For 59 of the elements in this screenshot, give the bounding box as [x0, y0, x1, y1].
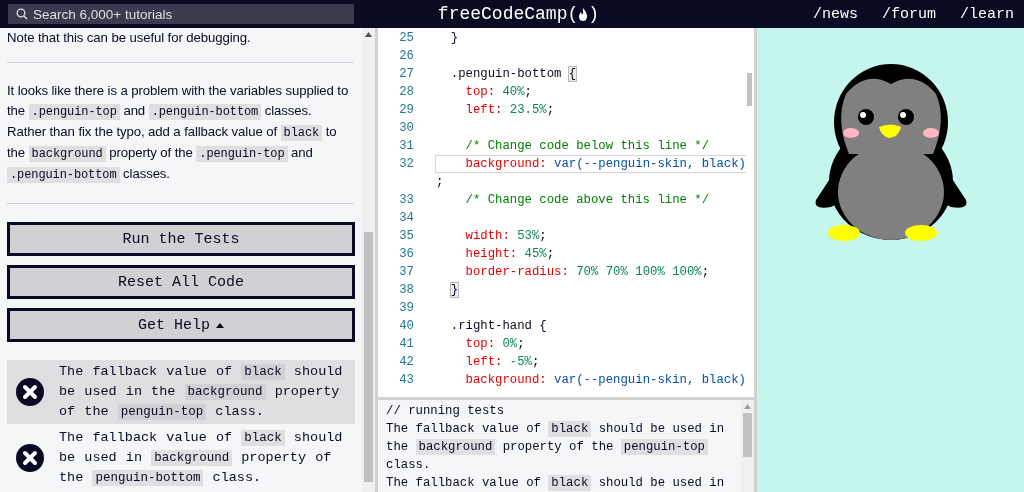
line-number: 40 — [398, 319, 414, 333]
code-line: left: 23.5%; — [464, 102, 556, 119]
caret-icon — [216, 322, 224, 328]
instruction-text: It looks like there is a problem with the variables supplied to the .penguin-top and .penguin-bottom classes. Rather than fix the typo, add a fallback value of black to the background property of the .penguin-top and .penguin-bottom classes. — [7, 63, 354, 204]
line-number: 42 — [398, 355, 414, 369]
code-line: left: -5%; — [464, 354, 541, 371]
code-line: } — [449, 30, 460, 47]
console-line: The fallback value of black should be used in — [386, 474, 726, 492]
cross-icon — [15, 443, 45, 473]
search-icon — [16, 8, 28, 20]
line-number: 35 — [398, 229, 414, 243]
line-number: 41 — [398, 337, 414, 351]
line-number: 27 — [398, 67, 414, 81]
logo-text: ) — [588, 4, 600, 24]
nav-link[interactable]: /forum — [881, 5, 936, 23]
scroll-up-icon — [744, 404, 751, 409]
console-line: // running tests — [386, 403, 506, 420]
line-number: 30 — [398, 121, 414, 135]
line-number: 31 — [398, 139, 414, 153]
line-number: 37 — [398, 265, 414, 279]
test-text: The fallback value of black should be used in background property of the penguin-bottom class. — [59, 429, 344, 488]
flame-icon — [578, 6, 589, 22]
code-line: top: 40%; — [464, 84, 533, 101]
line-number: 33 — [398, 193, 414, 207]
line-number: 39 — [398, 301, 414, 315]
code-line: /* Change code above this line */ — [464, 192, 711, 209]
nav-link[interactable]: /news — [812, 5, 858, 23]
line-number: 29 — [398, 103, 414, 117]
cross-icon — [15, 377, 45, 407]
line-number: 43 — [398, 373, 414, 387]
code-line: height: 45%; — [464, 246, 556, 263]
code-line: top: 0%; — [464, 336, 526, 353]
code-line: background: var(--penguin-skin, black) — [435, 155, 746, 173]
line-number: 38 — [398, 283, 414, 297]
line-number: 34 — [398, 211, 414, 225]
instruction-text: Note that this can be useful for debugging. — [7, 28, 354, 63]
code-line: ; — [435, 174, 445, 191]
code-line: border-radius: 70% 70% 100% 100%; — [464, 264, 711, 281]
test-text: The fallback value of black should be used in the background property of the penguin-top class. — [59, 363, 344, 422]
console-line: The fallback value of black should be used in the background property of the penguin-top class. — [386, 420, 726, 474]
line-number: 32 — [398, 157, 414, 171]
code-line: /* Change code below this line */ — [464, 138, 711, 155]
code-line: .penguin-bottom { — [449, 66, 578, 83]
nav-link[interactable]: /learn — [960, 5, 1014, 23]
code-line: width: 53%; — [464, 228, 548, 245]
action-button[interactable]: Get Help — [7, 308, 355, 342]
scrollbar[interactable] — [741, 400, 754, 492]
scroll-up-icon — [365, 32, 372, 37]
logo-text[interactable]: freeCodeCamp( — [437, 4, 579, 24]
scrollbar[interactable] — [362, 28, 375, 492]
line-number: 26 — [398, 49, 414, 63]
line-number: 25 — [398, 31, 414, 45]
search-field[interactable]: Search 6,000+ tutorials — [8, 4, 354, 24]
line-number: 36 — [398, 247, 414, 261]
action-button[interactable]: Reset All Code — [7, 265, 355, 299]
action-button[interactable]: Run the Tests — [7, 222, 355, 256]
line-number: 28 — [398, 85, 414, 99]
code-line: background: var(--penguin-skin, black) — [464, 372, 746, 389]
code-line: .right-hand { — [449, 318, 548, 335]
